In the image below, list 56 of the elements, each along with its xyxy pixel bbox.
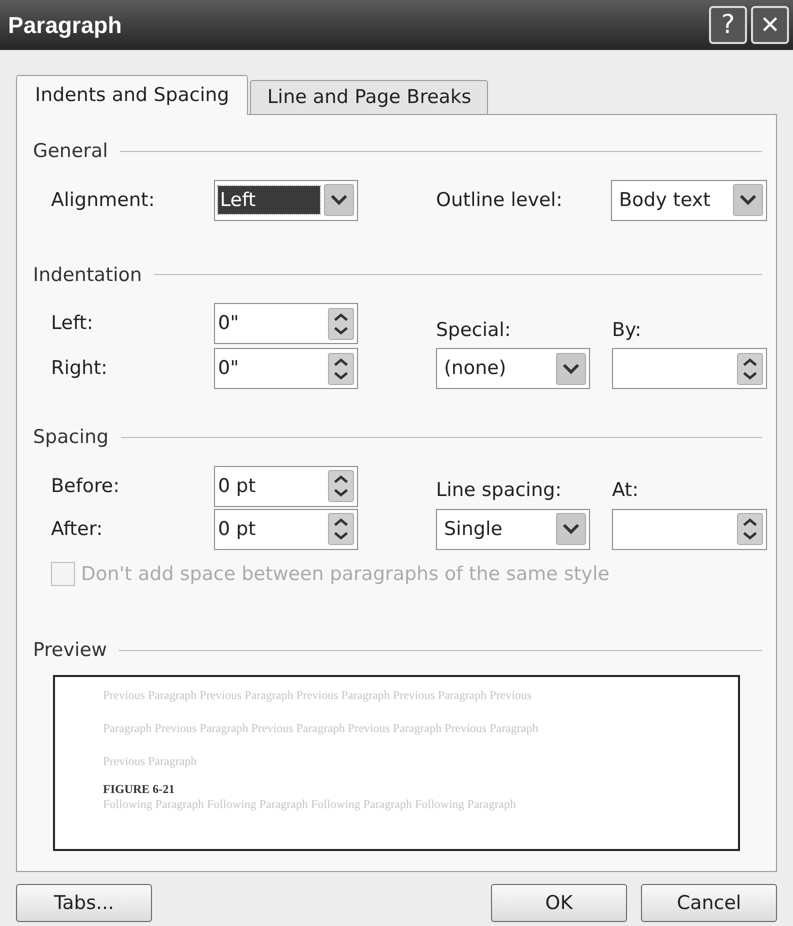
dropdown[interactable]: Single bbox=[436, 508, 590, 550]
spin-arrows-icon bbox=[328, 308, 354, 340]
dropdown[interactable]: Body text bbox=[611, 180, 767, 220]
spin-arrows-icon bbox=[328, 470, 354, 502]
spin-field[interactable]: 0 pt bbox=[214, 466, 358, 506]
field-value: 0" bbox=[218, 356, 240, 382]
section-title: Preview bbox=[33, 638, 107, 663]
figure-caption: FIGURE 6-21 bbox=[103, 782, 175, 796]
field-label: Line spacing: bbox=[436, 479, 562, 501]
field-label: Left: bbox=[51, 312, 94, 334]
dropdown[interactable]: Left bbox=[214, 180, 358, 220]
caret-icon bbox=[556, 352, 586, 384]
checkbox-label: Don't add space between paragraphs of the same style bbox=[81, 562, 610, 586]
dialog-button[interactable]: OK bbox=[491, 884, 627, 922]
caret-icon bbox=[324, 184, 354, 216]
section-title: Indentation bbox=[33, 262, 142, 288]
dropdown-value: (none) bbox=[443, 356, 508, 382]
dropdown-value: Left bbox=[218, 186, 320, 214]
field-label: By: bbox=[612, 318, 642, 340]
dialog-button[interactable]: Cancel bbox=[641, 884, 777, 922]
tab[interactable]: Line and Page Breaks bbox=[250, 80, 488, 114]
preview-text: Following Paragraph Following Paragraph Following Paragraph Following Paragraph bbox=[103, 796, 517, 812]
dialog-button[interactable]: Tabs... bbox=[16, 884, 152, 922]
field-value: 0" bbox=[218, 311, 240, 336]
section-title: General bbox=[33, 139, 108, 164]
preview-text: Previous Paragraph bbox=[103, 752, 198, 768]
field-value: 0 pt bbox=[218, 516, 257, 542]
dropdown-value: Body text bbox=[618, 188, 712, 213]
spin-field[interactable]: 0 pt bbox=[214, 508, 358, 550]
spin-field[interactable] bbox=[612, 508, 767, 550]
field-label: Before: bbox=[51, 474, 120, 497]
preview-text: Paragraph Previous Paragraph Previous Paragraph Previous Paragraph Previous Paragraph bbox=[103, 720, 540, 736]
spin-field[interactable] bbox=[612, 348, 767, 389]
field-label: After: bbox=[51, 518, 103, 540]
caret-icon bbox=[733, 184, 763, 216]
field-value: 0 pt bbox=[218, 474, 257, 499]
spin-field[interactable]: 0" bbox=[214, 303, 358, 344]
caret-icon bbox=[556, 513, 586, 545]
spin-arrows-icon bbox=[328, 352, 354, 384]
spin-arrows-icon bbox=[328, 513, 354, 545]
spin-arrows-icon bbox=[737, 513, 763, 545]
field-label: At: bbox=[612, 479, 639, 501]
field-label: Special: bbox=[436, 318, 511, 340]
preview-text: Previous Paragraph Previous Paragraph Previous Paragraph Previous Paragraph Previous bbox=[103, 686, 533, 702]
close-button[interactable]: ✕ bbox=[751, 6, 789, 44]
field-label: Alignment: bbox=[51, 188, 155, 211]
field-label: Outline level: bbox=[436, 188, 562, 211]
spin-arrows-icon bbox=[737, 352, 763, 384]
tab[interactable]: Indents and Spacing bbox=[16, 75, 248, 115]
spin-field[interactable]: 0" bbox=[214, 348, 358, 389]
window-title: Paragraph bbox=[8, 10, 122, 40]
help-button[interactable]: ? bbox=[709, 6, 747, 44]
section-title: Spacing bbox=[33, 425, 109, 450]
field-label: Right: bbox=[51, 357, 108, 380]
dropdown[interactable]: (none) bbox=[436, 348, 590, 389]
dropdown-value: Single bbox=[443, 516, 504, 542]
